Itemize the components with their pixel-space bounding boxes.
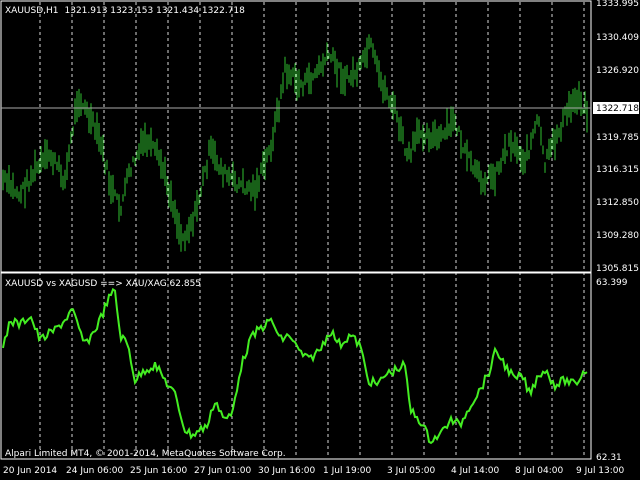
price-label: 1333.995 <box>596 0 639 9</box>
sub-panel-border <box>0 272 592 460</box>
time-label: 8 Jul 04:00 <box>515 466 564 476</box>
time-label: 9 Jul 13:00 <box>576 466 625 476</box>
time-label: 1 Jul 19:00 <box>323 466 372 476</box>
chart-window[interactable]: XAUUSD,H1 1321.913 1323.153 1321.434 1322… <box>0 0 640 480</box>
time-label: 20 Jun 2014 <box>3 466 57 476</box>
period-separators <box>39 2 585 458</box>
price-label: 1319.785 <box>596 133 639 143</box>
price-label: 1330.409 <box>596 33 639 43</box>
indicator-scale-bottom: 62.31 <box>596 453 622 463</box>
time-label: 25 Jun 16:00 <box>130 466 187 476</box>
time-label: 30 Jun 16:00 <box>258 466 315 476</box>
price-label: 1316.315 <box>596 165 639 175</box>
price-label: 1309.280 <box>596 231 639 241</box>
copyright: Alpari Limited MT4, © 2001-2014, MetaQuo… <box>5 449 286 459</box>
price-label: 1312.850 <box>596 198 639 208</box>
time-label: 27 Jun 01:00 <box>194 466 251 476</box>
indicator-title: XAUUSD vs XAGUSD ==> XAU/XAG 62.855 <box>5 279 201 289</box>
price-bars[interactable] <box>2 34 588 252</box>
current-price-label: 1322.718 <box>596 104 639 114</box>
ratio-line[interactable] <box>2 287 588 445</box>
price-label: 1326.920 <box>596 66 639 76</box>
price-label: 1305.815 <box>596 264 639 274</box>
time-axis: 20 Jun 2014 24 Jun 06:00 25 Jun 16:00 27… <box>3 466 625 476</box>
main-title: XAUUSD,H1 1321.913 1323.153 1321.434 1322… <box>5 6 245 16</box>
price-scale: 1333.995 1330.409 1326.920 1319.785 1316… <box>596 0 639 274</box>
time-label: 4 Jul 14:00 <box>451 466 500 476</box>
time-label: 24 Jun 06:00 <box>66 466 123 476</box>
time-label: 3 Jul 05:00 <box>387 466 436 476</box>
indicator-scale-top: 63.399 <box>596 278 628 288</box>
